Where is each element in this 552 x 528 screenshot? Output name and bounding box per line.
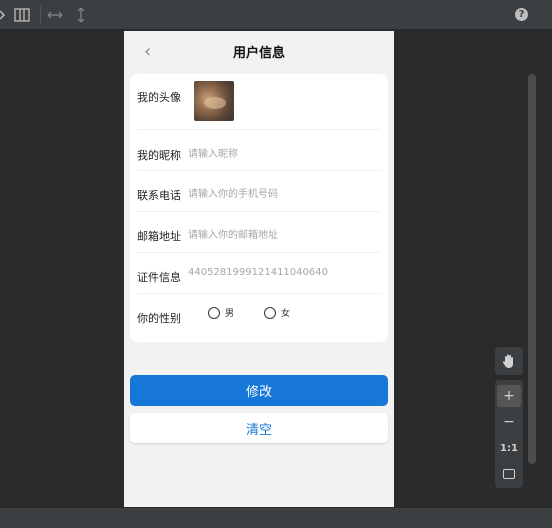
status-bar: [0, 507, 552, 528]
fit-screen-button[interactable]: [497, 463, 521, 485]
avatar[interactable]: [194, 81, 234, 121]
nickname-input[interactable]: 请输入昵称: [188, 145, 238, 160]
height-icon[interactable]: [74, 6, 88, 24]
zoom-panel: + − 1:1: [495, 380, 523, 488]
gender-row: 你的性别 男 女: [137, 294, 381, 342]
avatar-label: 我的头像: [137, 91, 181, 104]
gender-female-label: 女: [281, 309, 291, 319]
vertical-scrollbar-thumb[interactable]: [528, 74, 536, 464]
id-input[interactable]: 440528199912141104064​0: [188, 267, 328, 278]
editor-toolbar: ?: [0, 0, 552, 30]
clear-button[interactable]: 清空: [130, 413, 388, 443]
page-title: 用户信息: [232, 46, 285, 61]
device-icon[interactable]: [0, 6, 6, 24]
avatar-row[interactable]: 我的头像: [137, 74, 381, 130]
vertical-scrollbar-track[interactable]: [540, 31, 552, 507]
gender-male-label: 男: [225, 309, 235, 319]
phone-label: 联系电话: [137, 189, 181, 202]
id-row: 证件信息 440528199912141104064​0: [137, 253, 381, 294]
gender-male-radio[interactable]: 男: [208, 306, 234, 319]
radio-circle-icon[interactable]: [208, 306, 220, 319]
split-view-icon[interactable]: [13, 6, 31, 24]
gender-label: 你的性别: [137, 312, 181, 325]
email-label: 邮箱地址: [137, 230, 181, 243]
email-row: 邮箱地址 请输入你的邮箱地址: [137, 212, 381, 253]
id-label: 证件信息: [137, 271, 181, 284]
nickname-row: 我的昵称 请输入昵称: [137, 130, 381, 171]
phone-preview: ‹ 用户信息 我的头像 我的昵称 请输入昵称 联系电话 请输入你的手机号码 邮箱…: [124, 31, 394, 507]
fit-screen-icon: [503, 469, 515, 479]
radio-circle-icon[interactable]: [264, 306, 276, 319]
email-input[interactable]: 请输入你的邮箱地址: [188, 226, 278, 241]
nickname-label: 我的昵称: [137, 149, 181, 162]
modify-button[interactable]: 修改: [130, 375, 388, 406]
gender-female-radio[interactable]: 女: [264, 306, 290, 319]
help-icon[interactable]: ?: [515, 8, 528, 21]
zoom-out-button[interactable]: −: [497, 411, 521, 433]
phone-input[interactable]: 请输入你的手机号码: [188, 185, 278, 200]
phone-row: 联系电话 请输入你的手机号码: [137, 171, 381, 212]
page-header: ‹ 用户信息: [124, 31, 394, 71]
toolbar-separator: [40, 6, 41, 24]
hand-tool-icon[interactable]: [495, 347, 523, 375]
actual-size-button[interactable]: 1:1: [497, 437, 521, 459]
zoom-in-button[interactable]: +: [497, 385, 521, 407]
user-info-card: 我的头像 我的昵称 请输入昵称 联系电话 请输入你的手机号码 邮箱地址 请输入你…: [130, 74, 388, 342]
width-icon[interactable]: [47, 6, 63, 24]
